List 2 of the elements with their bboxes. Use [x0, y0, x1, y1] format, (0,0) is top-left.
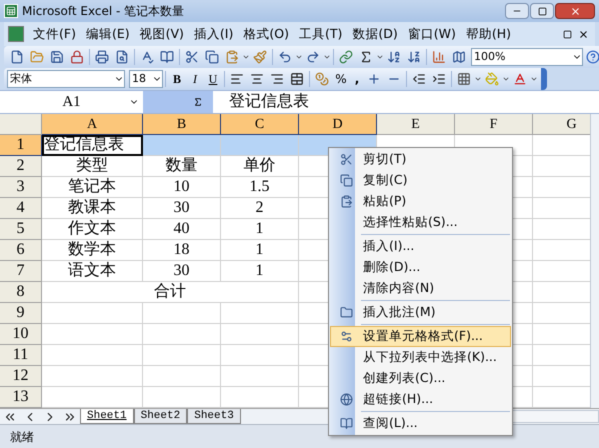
status-text: 就绪	[10, 428, 34, 446]
window-title: Microsoft Excel - 笔记本数量	[22, 3, 184, 20]
